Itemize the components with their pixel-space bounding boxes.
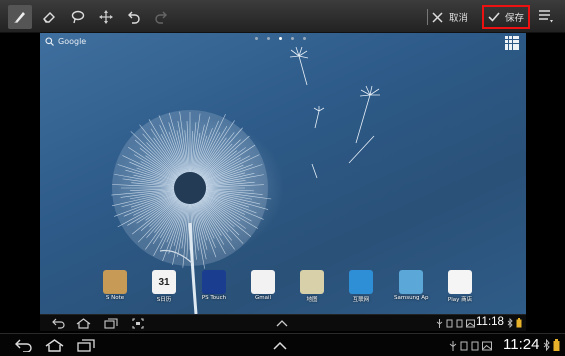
recent-apps-icon[interactable] bbox=[77, 339, 95, 352]
page-dot bbox=[267, 37, 270, 40]
cancel-label: 取消 bbox=[449, 13, 469, 24]
status-time: 11:18 bbox=[476, 316, 504, 328]
app-label: 互联网 bbox=[352, 297, 370, 303]
home-screen-capture[interactable]: Google S Note 31 S日历 PS Touch Gmail 地图 互联网 Sams… bbox=[40, 33, 526, 314]
home-icon[interactable] bbox=[45, 339, 64, 352]
dock-app[interactable]: S Note bbox=[98, 270, 132, 301]
page-dot bbox=[279, 37, 282, 40]
notification-icon bbox=[446, 319, 453, 328]
eraser-tool-icon[interactable] bbox=[37, 5, 61, 29]
apps-grid-icon[interactable] bbox=[505, 36, 519, 50]
app-label: S日历 bbox=[156, 297, 172, 303]
notification-icon bbox=[460, 341, 468, 351]
image-icon bbox=[482, 341, 492, 351]
bluetooth-icon bbox=[507, 318, 513, 328]
notification-icon bbox=[471, 341, 479, 351]
dock-app[interactable]: 互联网 bbox=[344, 270, 378, 303]
status-icons bbox=[449, 341, 492, 351]
play-store-icon bbox=[448, 270, 472, 294]
usb-icon bbox=[436, 319, 443, 328]
notification-icon bbox=[456, 319, 463, 328]
calendar-icon: 31 bbox=[152, 270, 176, 294]
drawing-toolbar: 取消 保存 bbox=[0, 0, 565, 33]
menu-icon[interactable] bbox=[537, 7, 555, 25]
app-label: Samsung Ap bbox=[394, 295, 429, 301]
dock-app[interactable]: Samsung Ap bbox=[394, 270, 429, 301]
usb-icon bbox=[449, 341, 457, 351]
screenshot-icon bbox=[132, 318, 144, 329]
chevron-up-icon bbox=[276, 320, 288, 327]
back-icon[interactable] bbox=[15, 339, 33, 352]
captured-navigation-bar: 11:18 bbox=[40, 314, 526, 331]
toolbar-divider bbox=[427, 9, 428, 25]
gmail-icon bbox=[251, 270, 275, 294]
close-icon bbox=[432, 11, 443, 23]
app-label: Play 商店 bbox=[447, 297, 473, 303]
pen-tool-icon[interactable] bbox=[8, 5, 32, 29]
back-icon bbox=[52, 318, 65, 329]
maps-icon bbox=[300, 270, 324, 294]
save-label: 保存 bbox=[504, 13, 524, 24]
save-button[interactable]: 保存 bbox=[482, 5, 530, 29]
image-icon bbox=[466, 319, 475, 328]
chevron-up-icon[interactable] bbox=[273, 341, 287, 350]
floating-seeds bbox=[289, 46, 380, 179]
checkmark-icon bbox=[488, 12, 500, 22]
app-label: S Note bbox=[105, 295, 125, 301]
s-note-icon bbox=[103, 270, 127, 294]
undo-icon[interactable] bbox=[122, 5, 146, 29]
move-tool-icon[interactable] bbox=[94, 5, 118, 29]
home-icon bbox=[76, 318, 91, 329]
status-icons bbox=[436, 319, 475, 328]
page-indicator bbox=[255, 37, 306, 40]
dock-app[interactable]: PS Touch bbox=[197, 270, 231, 301]
google-search-label: Google bbox=[58, 37, 87, 46]
dock-app[interactable]: 地图 bbox=[295, 270, 329, 303]
app-label: 地图 bbox=[306, 297, 318, 303]
redo-icon[interactable] bbox=[149, 5, 173, 29]
battery-icon bbox=[516, 318, 522, 328]
page-dot bbox=[255, 37, 258, 40]
internet-icon bbox=[349, 270, 373, 294]
search-icon bbox=[45, 37, 54, 46]
system-navigation-bar: 11:24 bbox=[0, 333, 565, 356]
recent-apps-icon bbox=[104, 318, 118, 329]
dock-app[interactable]: Play 商店 bbox=[443, 270, 477, 303]
bluetooth-icon bbox=[543, 339, 550, 351]
status-time: 11:24 bbox=[503, 336, 540, 353]
google-search-widget[interactable]: Google bbox=[45, 37, 86, 46]
samsung-apps-icon bbox=[399, 270, 423, 294]
page-dot bbox=[291, 37, 294, 40]
app-label: Gmail bbox=[254, 295, 272, 301]
lasso-tool-icon[interactable] bbox=[66, 5, 90, 29]
ps-touch-icon bbox=[202, 270, 226, 294]
calendar-date: 31 bbox=[158, 276, 170, 288]
cancel-button[interactable]: 取消 bbox=[432, 6, 468, 28]
dock-app[interactable]: Gmail bbox=[246, 270, 280, 301]
battery-icon bbox=[553, 339, 560, 351]
page-dot bbox=[303, 37, 306, 40]
dock-app[interactable]: 31 S日历 bbox=[147, 270, 181, 303]
app-label: PS Touch bbox=[201, 295, 227, 301]
